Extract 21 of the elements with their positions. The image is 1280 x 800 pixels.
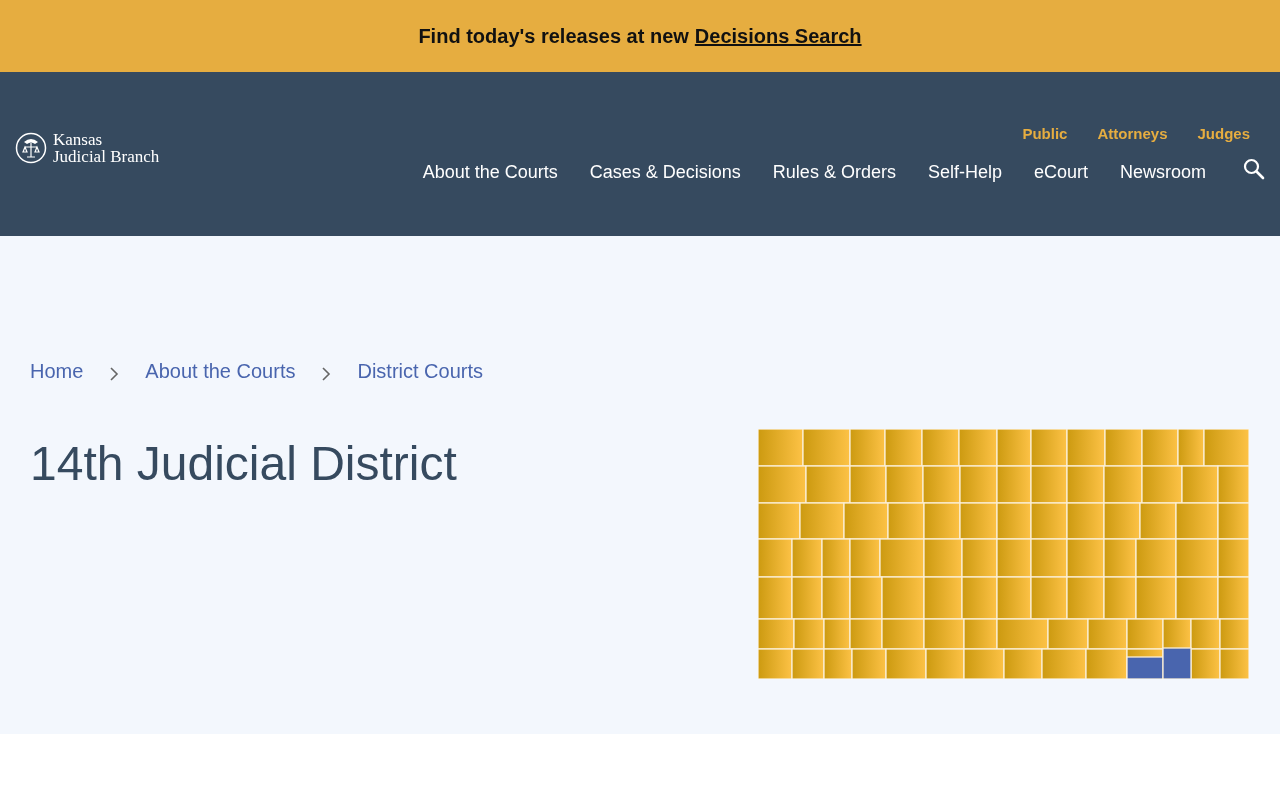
search-icon[interactable] [1242, 156, 1266, 181]
seal-icon[interactable] [15, 132, 47, 164]
chevron-right-icon [109, 366, 120, 381]
nav-link[interactable]: eCourt [1033, 162, 1088, 183]
logo-text[interactable]: Kansas [53, 131, 160, 148]
banner-text: Find today's releases at new [418, 24, 689, 48]
nav-link[interactable]: Self-Help [927, 162, 1002, 183]
page-title: 14th Judicial District [30, 436, 457, 491]
decisions-search-link[interactable]: Decisions Search [694, 24, 862, 48]
nav-link[interactable]: Cases & Decisions [589, 162, 741, 183]
breadcrumb-link[interactable]: Home [30, 360, 84, 383]
nav-link[interactable]: Rules & Orders [772, 162, 896, 183]
nav-link[interactable]: About the Courts [422, 162, 558, 183]
audience-link[interactable]: Attorneys [1097, 125, 1168, 142]
breadcrumb-link[interactable]: About the Courts [145, 360, 296, 383]
nav-link[interactable]: Newsroom [1119, 162, 1206, 183]
audience-link[interactable]: Public [1022, 125, 1068, 142]
logo-text[interactable]: Judicial Branch [53, 148, 160, 165]
breadcrumb-link[interactable]: District Courts [357, 360, 484, 383]
audience-link[interactable]: Judges [1197, 125, 1250, 142]
chevron-right-icon [321, 366, 332, 381]
